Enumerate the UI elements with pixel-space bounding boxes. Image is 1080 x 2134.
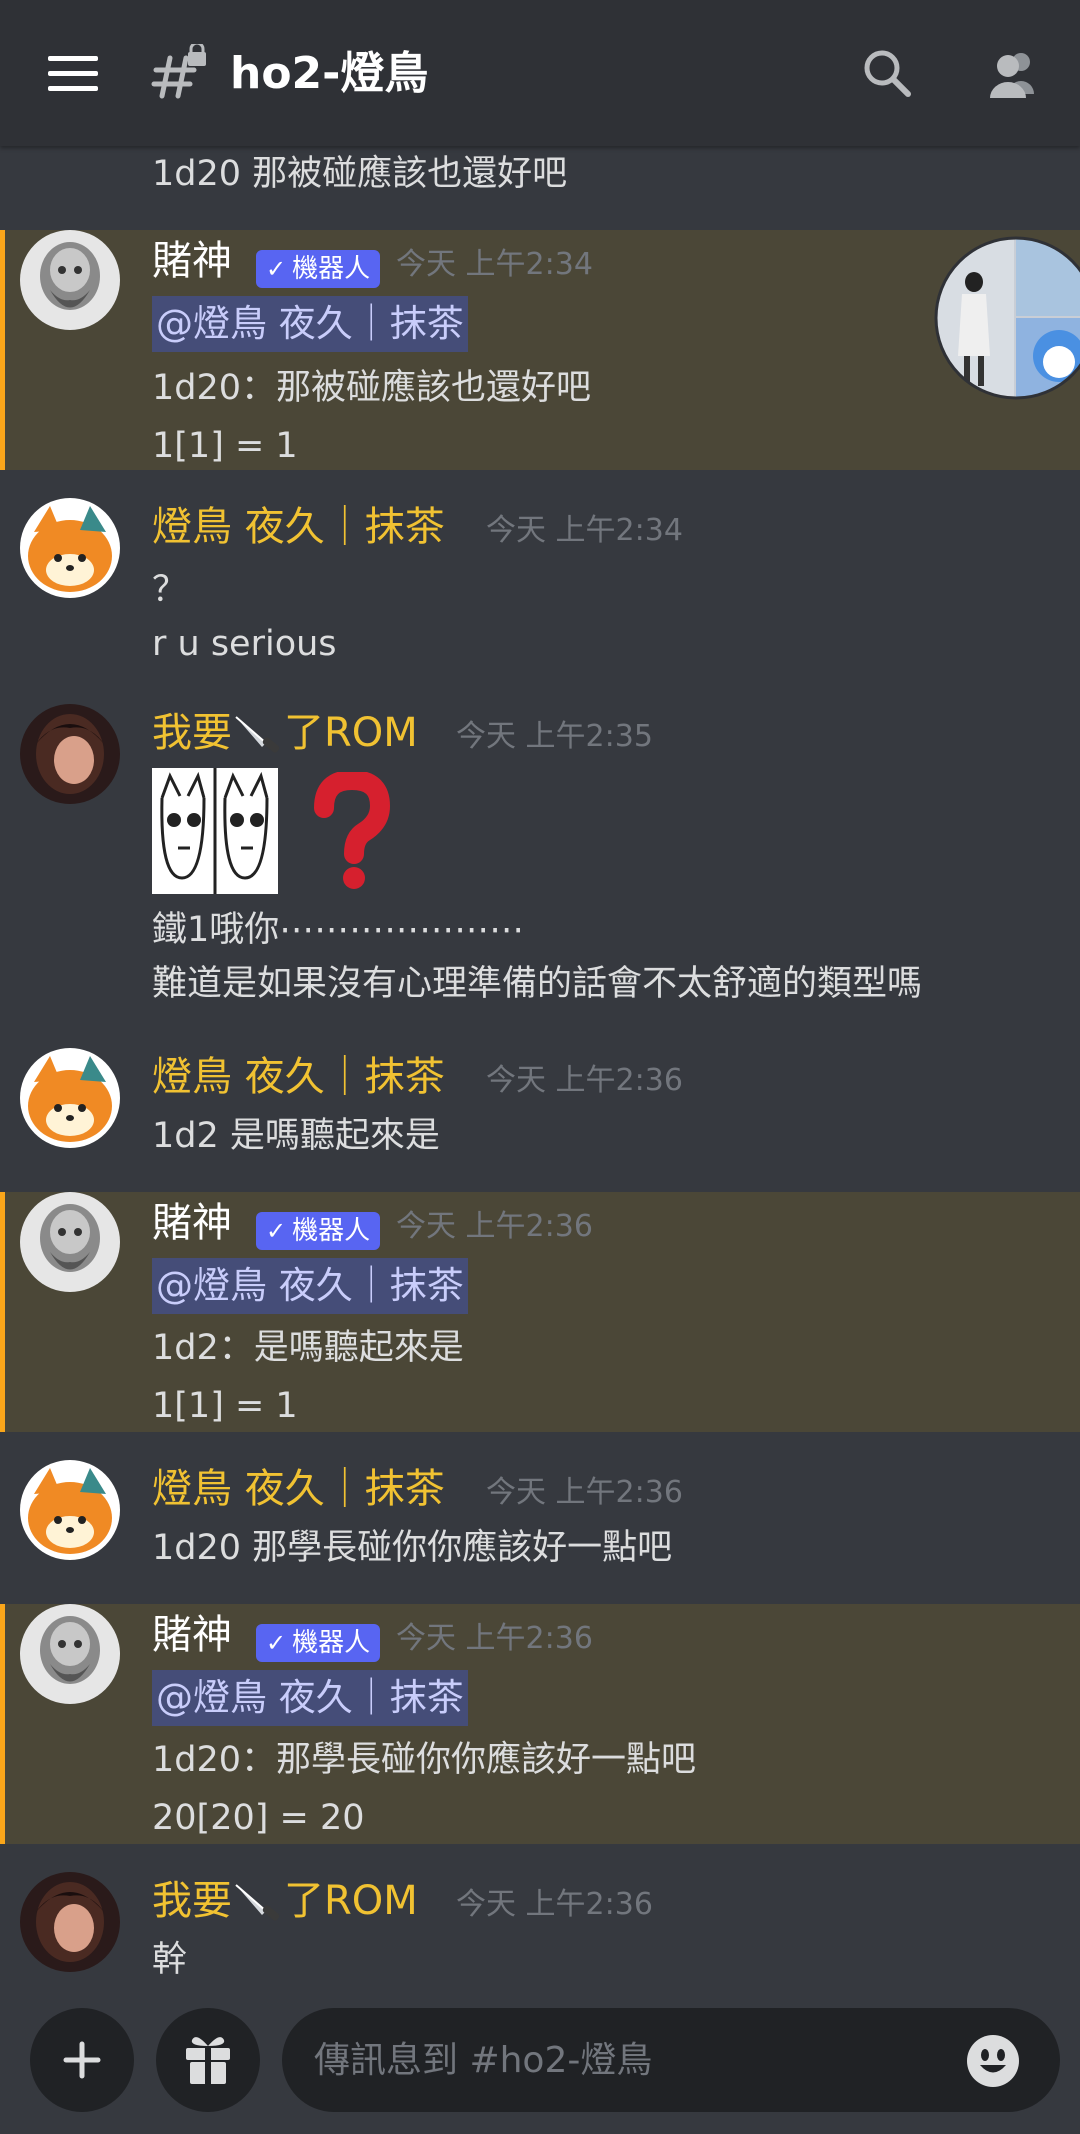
message-bot-7[interactable]: 賭神 ✓ 機器人 今天 上午2:36 @燈鳥 夜久｜抹茶 1d20：那學長碰你你應…	[0, 1604, 1080, 1844]
message-text: 幹	[152, 1940, 188, 1980]
message-text: r u serious	[152, 624, 337, 664]
timestamp: 今天 上午2:36	[396, 1209, 593, 1244]
verified-check-icon: ✓	[266, 1629, 287, 1657]
message-user-4[interactable]: 燈鳥 夜久｜抹茶 今天 上午2:36 1d2 是嗎聽起來是	[0, 1040, 1080, 1190]
timestamp: 今天 上午2:35	[456, 719, 653, 754]
message-user-8[interactable]: 我要 了ROM 今天 上午2:36 幹	[0, 1864, 1080, 1986]
username[interactable]: 賭神	[152, 1610, 232, 1660]
bot-tag: ✓ 機器人	[256, 1624, 381, 1662]
plus-icon	[63, 2041, 101, 2079]
username[interactable]: 燈鳥 夜久｜抹茶	[152, 502, 445, 552]
floating-video-bubble[interactable]	[934, 236, 1080, 400]
timestamp: 今天 上午2:36	[486, 1063, 683, 1098]
user-avatar[interactable]	[20, 1460, 120, 1560]
verified-check-icon: ✓	[266, 1217, 287, 1245]
username[interactable]: 我要 了ROM	[152, 1876, 418, 1926]
message-text: 1d2：是嗎聽起來是	[152, 1328, 464, 1368]
message-text: 1[1] = 1	[152, 426, 298, 466]
message-user-6[interactable]: 燈鳥 夜久｜抹茶 今天 上午2:36 1d20 那學長碰你你應該好一點吧	[0, 1452, 1080, 1602]
emoji-icon[interactable]	[966, 2034, 1020, 2088]
user-avatar[interactable]	[20, 1048, 120, 1148]
channel-name: ho2-燈鳥	[230, 48, 429, 99]
message-text: ？	[152, 570, 188, 610]
username[interactable]: 燈鳥 夜久｜抹茶	[152, 1464, 445, 1514]
user-avatar[interactable]	[20, 498, 120, 598]
message-text: 1[1] = 1	[152, 1386, 298, 1426]
message-user-3[interactable]: 我要 了ROM 今天 上午2:35 鐵1哦你⋯⋯⋯⋯⋯⋯⋯ 難道是如果沒有心理準備…	[0, 696, 1080, 1026]
user-mention[interactable]: @燈鳥 夜久｜抹茶	[152, 1670, 468, 1726]
message-text: 20[20] = 20	[152, 1798, 365, 1838]
username[interactable]: 燈鳥 夜久｜抹茶	[152, 1052, 445, 1102]
user-mention[interactable]: @燈鳥 夜久｜抹茶	[152, 296, 468, 352]
message-text: 1d20：那學長碰你你應該好一點吧	[152, 1740, 697, 1780]
username[interactable]: 賭神	[152, 236, 232, 286]
user-avatar[interactable]	[20, 1872, 120, 1972]
message-text: 難道是如果沒有心理準備的話會不太舒適的類型嗎	[152, 964, 923, 1004]
user-mention[interactable]: @燈鳥 夜久｜抹茶	[152, 1258, 468, 1314]
channel-header: ho2-燈鳥	[0, 0, 1080, 146]
hamburger-menu-icon[interactable]	[48, 56, 98, 92]
bot-tag: ✓ 機器人	[256, 250, 381, 288]
message-continuation[interactable]: 1d20 那被碰應該也還好吧	[0, 146, 1080, 230]
verified-check-icon: ✓	[266, 255, 287, 283]
message-text: 鐵1哦你⋯⋯⋯⋯⋯⋯⋯	[152, 910, 525, 950]
message-text: 1d20 那被碰應該也還好吧	[152, 154, 568, 194]
timestamp: 今天 上午2:36	[486, 1475, 683, 1510]
bot-avatar[interactable]	[20, 1604, 120, 1704]
timestamp: 今天 上午2:34	[396, 247, 593, 282]
attach-button[interactable]	[30, 2008, 134, 2112]
timestamp: 今天 上午2:34	[486, 513, 683, 548]
timestamp: 今天 上午2:36	[396, 1621, 593, 1656]
message-text: 1d2 是嗎聽起來是	[152, 1116, 440, 1156]
message-bot-5[interactable]: 賭神 ✓ 機器人 今天 上午2:36 @燈鳥 夜久｜抹茶 1d2：是嗎聽起來是 1…	[0, 1192, 1080, 1432]
message-bot-1[interactable]: 賭神 ✓ 機器人 今天 上午2:34 @燈鳥 夜久｜抹茶 1d20：那被碰應該也還…	[0, 230, 1080, 470]
locked-channel-icon	[151, 44, 206, 99]
message-composer	[0, 1986, 1080, 2134]
message-text: 1d20 那學長碰你你應該好一點吧	[152, 1528, 673, 1568]
knife-emoji-icon	[235, 1884, 280, 1921]
bot-tag: ✓ 機器人	[256, 1212, 381, 1250]
bot-avatar[interactable]	[20, 230, 120, 330]
red-question-mark-emoji	[314, 772, 391, 889]
search-icon[interactable]	[858, 44, 918, 104]
gift-icon	[186, 2037, 230, 2084]
bot-avatar[interactable]	[20, 1192, 120, 1292]
members-icon[interactable]	[984, 44, 1044, 104]
cat-sticker-emoji[interactable]	[152, 768, 278, 894]
user-avatar[interactable]	[20, 704, 120, 804]
username[interactable]: 我要 了ROM	[152, 708, 418, 758]
message-input[interactable]	[282, 2008, 1060, 2112]
message-user-2[interactable]: 燈鳥 夜久｜抹茶 今天 上午2:34 ？ r u serious	[0, 490, 1080, 690]
username[interactable]: 賭神	[152, 1198, 232, 1248]
timestamp: 今天 上午2:36	[456, 1887, 653, 1922]
message-text: 1d20：那被碰應該也還好吧	[152, 368, 592, 408]
gift-button[interactable]	[156, 2008, 260, 2112]
knife-emoji-icon	[235, 716, 280, 753]
